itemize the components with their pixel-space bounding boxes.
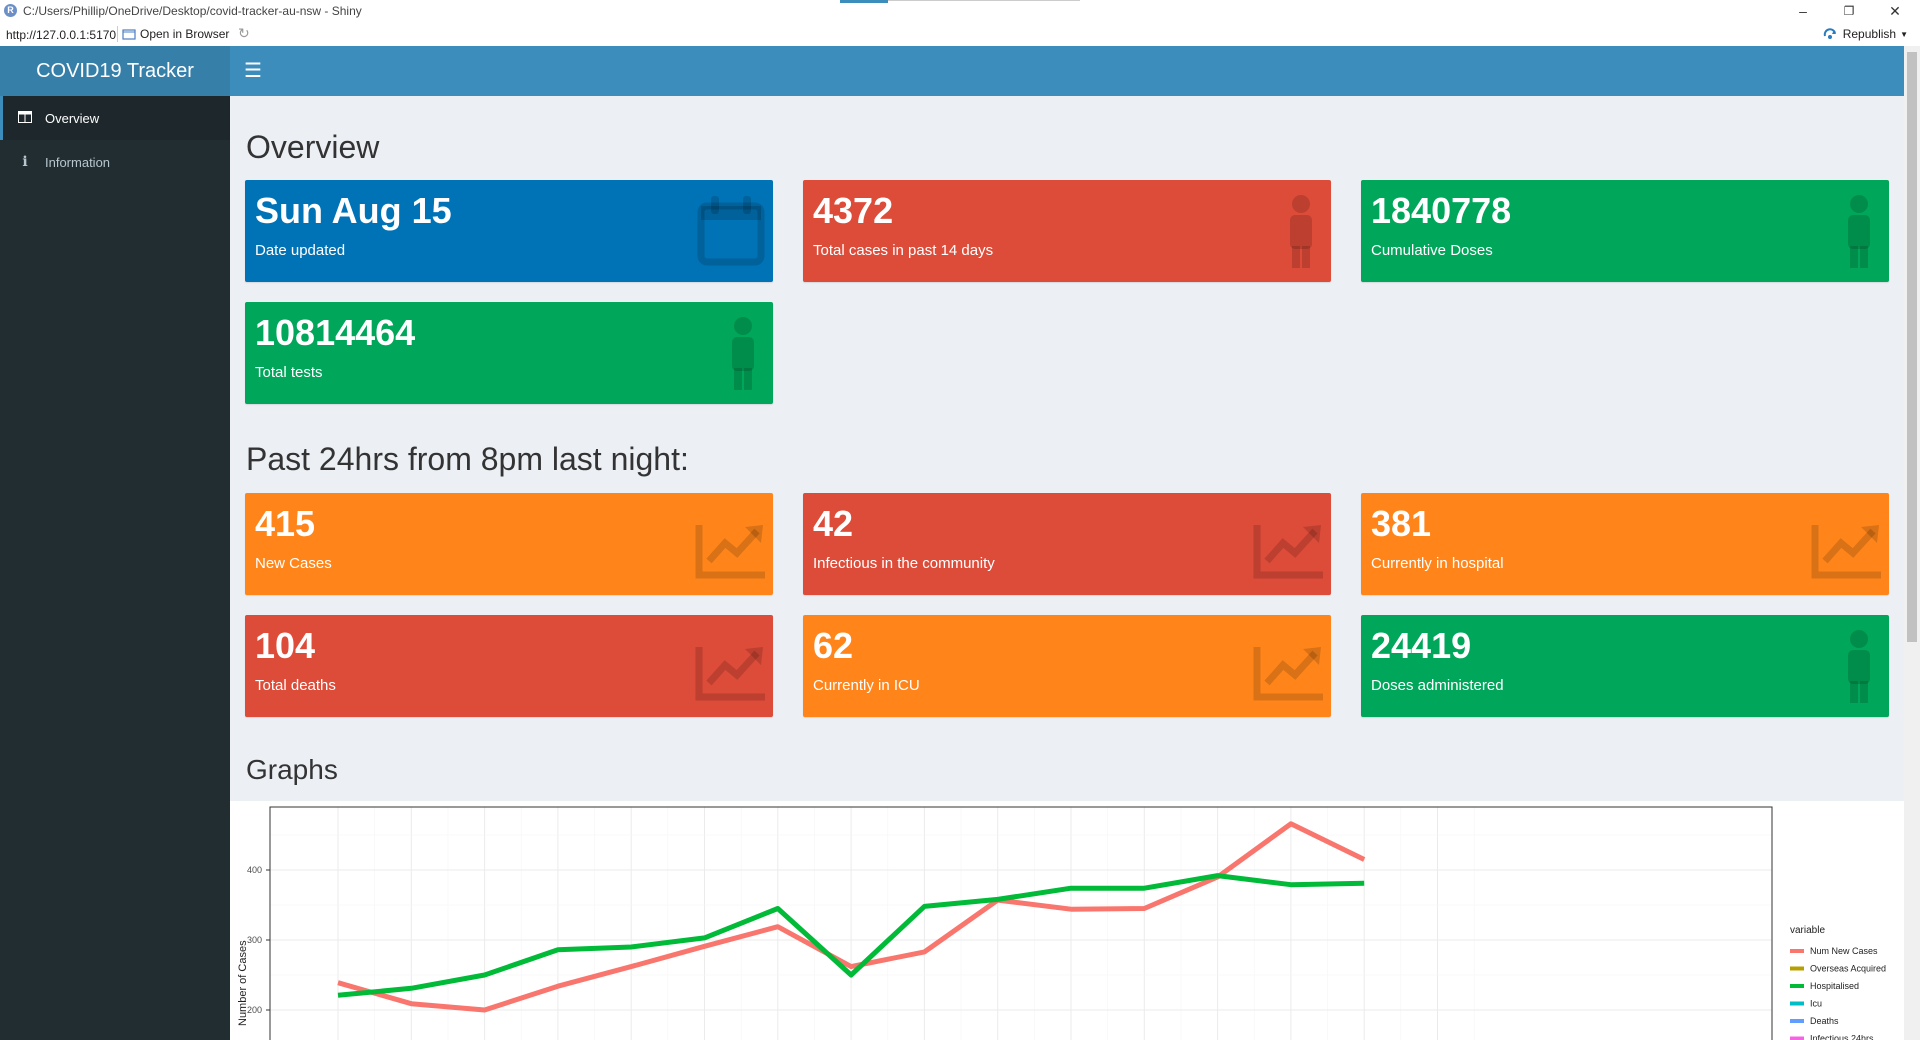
value-box-currently-in-hospital: 381 Currently in hospital: [1361, 493, 1889, 595]
legend-label: Icu: [1810, 999, 1822, 1009]
person-icon: [1290, 195, 1312, 268]
value-box-new-cases: 415 New Cases: [245, 493, 773, 595]
box-label: Cumulative Doses: [1371, 242, 1493, 259]
box-value: 104: [255, 625, 316, 666]
value-box-currently-in-icu: 62 Currently in ICU: [803, 615, 1331, 717]
box-value: 62: [813, 625, 854, 666]
close-icon[interactable]: ✕: [1880, 2, 1910, 20]
chart-line-icon: [1253, 525, 1323, 579]
box-value: 24419: [1371, 625, 1472, 666]
box-value: 1840778: [1371, 190, 1512, 231]
chevron-down-icon[interactable]: ▼: [1900, 30, 1908, 39]
box-value: 381: [1371, 503, 1432, 544]
sidebar-item-information[interactable]: i Information: [0, 140, 230, 184]
browser-icon: [122, 29, 136, 40]
value-box-infectious-community: 42 Infectious in the community: [803, 493, 1331, 595]
cases-graph: 200 300 400 Number of Cases variable Num Ne…: [230, 801, 1904, 1040]
value-box-cumulative-doses: 1840778 Cumulative Doses: [1361, 180, 1889, 282]
title-accent: [840, 0, 888, 3]
y-tick-label: 400: [247, 865, 262, 875]
legend-title: variable: [1790, 925, 1825, 936]
box-label: Infectious in the community: [813, 555, 995, 572]
chart-legend: variable Num New Cases Overseas Acquired Ho…: [1790, 925, 1886, 1040]
minimize-icon[interactable]: –: [1788, 2, 1818, 20]
app-logo[interactable]: COVID19 Tracker: [0, 46, 230, 96]
chart-line-icon: [695, 647, 765, 701]
republish-icon: [1823, 28, 1836, 39]
box-label: Doses administered: [1371, 677, 1504, 694]
legend-label: Overseas Acquired: [1810, 964, 1886, 974]
top-navbar: ☰: [230, 46, 1904, 96]
legend-label: Deaths: [1810, 1016, 1839, 1026]
value-box-total-tests: 10814464 Total tests: [245, 302, 773, 404]
scrollbar[interactable]: [1904, 46, 1920, 1040]
box-value: 4372: [813, 190, 894, 231]
box-value: 415: [255, 503, 316, 544]
box-label: Currently in hospital: [1371, 555, 1504, 572]
past-24hrs-heading: Past 24hrs from 8pm last night:: [246, 441, 689, 477]
box-label: Total deaths: [255, 677, 336, 694]
toolbar-separator: [117, 26, 118, 42]
chart-line-icon: [695, 525, 765, 579]
r-logo-icon: R: [4, 4, 17, 17]
chart-line-icon: [1253, 647, 1323, 701]
box-value: Sun Aug 15: [255, 190, 452, 231]
y-axis: 200 300 400: [247, 865, 270, 1015]
box-label: Date updated: [255, 242, 346, 259]
value-box-total-cases-14-days: 4372 Total cases in past 14 days: [803, 180, 1331, 282]
open-in-browser-button[interactable]: Open in Browser: [122, 27, 229, 41]
legend-label: Hospitalised: [1810, 981, 1859, 991]
legend-label: Infectious 24hrs: [1810, 1034, 1874, 1040]
value-box-date-updated: Sun Aug 15 Date updated: [245, 180, 773, 282]
y-tick-label: 200: [247, 1005, 262, 1015]
sidebar-item-label: Information: [45, 154, 111, 170]
box-label: Total tests: [255, 364, 323, 381]
person-icon: [732, 317, 754, 390]
line-chart: 200 300 400 Number of Cases variable Num Ne…: [237, 806, 1886, 1040]
main-content: Overview Sun Aug 15 Date updated 4372 To…: [230, 96, 1904, 1040]
scrollbar-thumb[interactable]: [1907, 52, 1917, 642]
restore-icon[interactable]: ❐: [1834, 2, 1864, 20]
sidebar: Overview i Information: [0, 96, 230, 1040]
box-label: New Cases: [255, 555, 332, 572]
url-text[interactable]: http://127.0.0.1:5170: [6, 28, 116, 42]
title-divider: [888, 0, 1080, 1]
box-value: 42: [813, 503, 854, 544]
person-icon: [1848, 195, 1870, 268]
value-box-doses-administered: 24419 Doses administered: [1361, 615, 1889, 717]
box-label: Total cases in past 14 days: [813, 242, 994, 259]
republish-label: Republish: [1842, 27, 1897, 41]
sidebar-item-overview[interactable]: Overview: [0, 96, 230, 140]
table-icon: [15, 110, 35, 126]
sidebar-item-label: Overview: [45, 110, 100, 126]
legend-label: Num New Cases: [1810, 946, 1878, 956]
overview-heading: Overview: [246, 129, 380, 165]
info-icon: i: [22, 154, 28, 170]
sidebar-toggle-icon[interactable]: ☰: [244, 59, 262, 83]
viewer-toolbar: http://127.0.0.1:5170 Open in Browser ↻ …: [0, 22, 1920, 47]
refresh-icon[interactable]: ↻: [238, 25, 250, 42]
chart-line-icon: [1811, 525, 1881, 579]
box-label: Currently in ICU: [813, 677, 920, 694]
graphs-heading: Graphs: [246, 754, 338, 785]
window-titlebar: R C:/Users/Phillip/OneDrive/Desktop/covi…: [0, 0, 1920, 22]
y-tick-label: 300: [247, 935, 262, 945]
person-icon: [1848, 630, 1870, 703]
box-value: 10814464: [255, 312, 416, 353]
calendar-icon: [697, 196, 765, 266]
y-axis-label: Number of Cases: [237, 940, 249, 1026]
republish-button[interactable]: Republish ▼: [1823, 27, 1908, 41]
open-in-browser-label: Open in Browser: [140, 27, 230, 41]
window-title: C:/Users/Phillip/OneDrive/Desktop/covid-…: [23, 4, 362, 18]
value-box-total-deaths: 104 Total deaths: [245, 615, 773, 717]
